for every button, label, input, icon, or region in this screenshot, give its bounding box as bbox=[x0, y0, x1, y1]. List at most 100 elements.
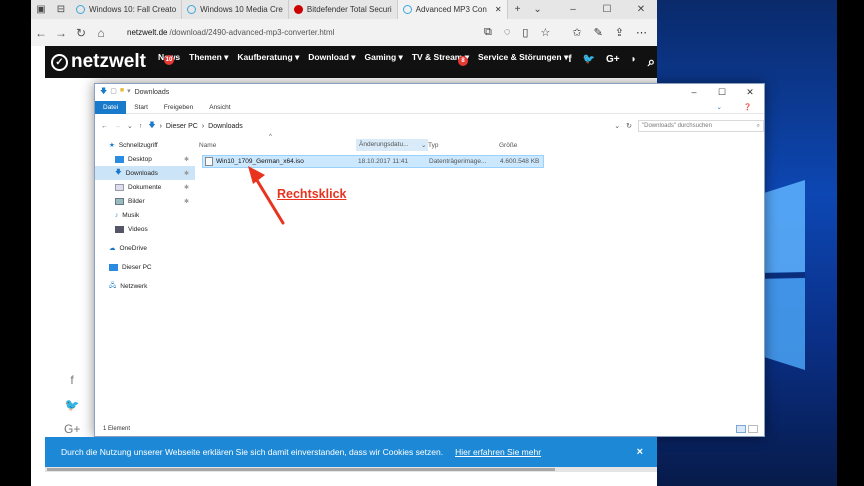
nav-downloads[interactable]: 🡇 Downloads ✱ bbox=[95, 166, 195, 180]
large-icons-view-icon[interactable] bbox=[748, 425, 758, 433]
column-dropdown-icon[interactable]: ⌄ bbox=[421, 141, 426, 149]
notes-pen-icon[interactable]: ✎ bbox=[594, 26, 603, 39]
nav-music[interactable]: ♪ Musik bbox=[95, 208, 195, 222]
refresh-folder-icon[interactable]: ↻ bbox=[626, 122, 632, 130]
rss-icon[interactable]: ◗ bbox=[631, 54, 637, 70]
item-count: 1 Element bbox=[103, 426, 131, 432]
nav-label: Dokumente bbox=[128, 183, 162, 191]
reading-view-icon[interactable]: ▯ bbox=[522, 26, 528, 39]
column-name[interactable]: Name bbox=[199, 142, 216, 149]
details-view-icon[interactable] bbox=[736, 425, 746, 433]
google-plus-icon[interactable]: G+ bbox=[606, 54, 620, 70]
breadcrumb-this-pc[interactable]: Dieser PC bbox=[166, 123, 198, 130]
site-logo[interactable]: ✓ netzwelt bbox=[45, 51, 146, 73]
close-tab-icon[interactable]: ✕ bbox=[495, 5, 502, 14]
column-size[interactable]: Größe bbox=[499, 142, 517, 149]
recent-locations-icon[interactable]: ⌄ bbox=[127, 122, 133, 130]
ribbon-help-area: ⌄ ❓ bbox=[708, 101, 764, 114]
facebook-share-icon[interactable]: f bbox=[64, 373, 80, 387]
tab-view-icon[interactable]: ⧉ bbox=[484, 26, 492, 39]
search-icon[interactable]: ⌕ bbox=[648, 54, 655, 70]
nav-documents[interactable]: Dokumente ✱ bbox=[95, 180, 195, 194]
column-date[interactable]: Änderungsdatu... bbox=[356, 139, 428, 151]
star-icon: ★ bbox=[109, 142, 115, 149]
nav-pictures[interactable]: Bilder ✱ bbox=[95, 194, 195, 208]
tab-bitdefender[interactable]: Bitdefender Total Securi bbox=[289, 0, 398, 19]
folder-search-input[interactable]: "Downloads" durchsuchen ⌕ bbox=[638, 120, 764, 132]
social-links: f 🐦 G+ ◗ ⌕ bbox=[568, 54, 661, 70]
column-headers: Name ^ Änderungsdatu... ⌄ Typ Größe bbox=[199, 134, 759, 152]
menu-gaming[interactable]: Gaming ▾ bbox=[365, 52, 403, 73]
new-folder-icon[interactable]: ■ bbox=[120, 87, 124, 98]
up-icon[interactable]: ↑ bbox=[139, 123, 143, 130]
forward-icon[interactable]: → bbox=[51, 26, 71, 40]
tab-label: Advanced MP3 Con bbox=[415, 5, 487, 14]
nav-network[interactable]: 🖧 Netzwerk bbox=[95, 279, 195, 293]
tab-windows10-fall[interactable]: Windows 10: Fall Creato bbox=[71, 0, 183, 19]
explorer-minimize-icon[interactable]: – bbox=[680, 87, 708, 98]
address-bar: ← → ↻ ⌂ netzwelt.de/download/2490-advanc… bbox=[31, 19, 657, 46]
back-icon[interactable]: ← bbox=[31, 26, 51, 40]
maximize-icon[interactable]: ☐ bbox=[597, 4, 617, 15]
tab-favicon-icon bbox=[187, 5, 197, 14]
menu-themen[interactable]: Themen ▾ bbox=[189, 52, 228, 73]
ribbon-tab-ansicht[interactable]: Ansicht bbox=[201, 101, 238, 114]
explorer-close-icon[interactable]: ✕ bbox=[736, 87, 764, 98]
url-path: /download/2490-advanced-mp3-converter.ht… bbox=[169, 28, 335, 37]
minimize-icon[interactable]: – bbox=[563, 4, 583, 15]
back-nav-icon[interactable]: ← bbox=[101, 123, 108, 130]
help-icon[interactable]: ❓ bbox=[736, 101, 760, 114]
tab-advanced-mp3[interactable]: Advanced MP3 Con ✕ bbox=[397, 0, 508, 19]
cookie-close-icon[interactable]: × bbox=[637, 446, 657, 458]
extension-icon[interactable]: ◌ bbox=[504, 26, 511, 39]
facebook-icon[interactable]: f bbox=[568, 54, 571, 70]
menu-service[interactable]: Service & Störungen ▾ 8 bbox=[457, 52, 568, 73]
nav-videos[interactable]: Videos bbox=[95, 222, 195, 236]
pictures-icon bbox=[115, 197, 124, 205]
more-menu-icon[interactable]: ⋯ bbox=[636, 26, 647, 39]
nav-label: Downloads bbox=[125, 169, 158, 177]
refresh-icon[interactable]: ↻ bbox=[71, 26, 91, 40]
tab-bar: ▣ ⊟ Windows 10: Fall Creato Windows 10 M… bbox=[31, 0, 657, 19]
nav-desktop[interactable]: Desktop ✱ bbox=[95, 152, 195, 166]
set-aside-tabs-icon[interactable]: ⊟ bbox=[51, 4, 71, 15]
tab-media-creation[interactable]: Windows 10 Media Cre bbox=[182, 0, 289, 19]
scrollbar-thumb[interactable] bbox=[47, 468, 555, 471]
nav-onedrive[interactable]: ☁ OneDrive bbox=[95, 241, 195, 255]
customize-qa-icon[interactable]: ▾ bbox=[127, 87, 131, 98]
twitter-icon[interactable]: 🐦 bbox=[583, 54, 595, 70]
nav-label: Schnellzugriff bbox=[118, 141, 158, 149]
path-dropdown-icon[interactable]: ⌄ bbox=[614, 122, 620, 130]
menu-news[interactable]: News10 bbox=[158, 52, 180, 73]
google-share-icon[interactable]: G+ bbox=[64, 422, 80, 436]
column-type[interactable]: Typ bbox=[428, 142, 438, 149]
share-icon[interactable]: ⇪ bbox=[615, 26, 624, 39]
ribbon-tab-freigeben[interactable]: Freigeben bbox=[156, 101, 201, 114]
explorer-maximize-icon[interactable]: ☐ bbox=[708, 87, 736, 98]
url-field[interactable]: netzwelt.de/download/2490-advanced-mp3-c… bbox=[127, 28, 334, 37]
expand-ribbon-icon[interactable]: ⌄ bbox=[708, 101, 729, 114]
breadcrumb-downloads[interactable]: Downloads bbox=[208, 123, 243, 130]
cookie-more-link[interactable]: Hier erfahren Sie mehr bbox=[455, 447, 541, 457]
nav-label: Netzwerk bbox=[120, 282, 148, 290]
close-window-icon[interactable]: ✕ bbox=[631, 4, 651, 15]
nav-this-pc[interactable]: Dieser PC bbox=[95, 260, 195, 274]
ribbon-tab-datei[interactable]: Datei bbox=[95, 100, 127, 114]
cookie-banner: Durch die Nutzung unserer Webseite erklä… bbox=[45, 437, 657, 467]
cookie-text: Durch die Nutzung unserer Webseite erklä… bbox=[61, 447, 444, 457]
ribbon-tab-start[interactable]: Start bbox=[126, 101, 156, 114]
favorites-hub-icon[interactable]: ✩ bbox=[572, 26, 581, 39]
favorite-star-icon[interactable]: ☆ bbox=[540, 26, 550, 39]
breadcrumb[interactable]: 🡇 › Dieser PC › Downloads bbox=[148, 121, 242, 132]
tab-preview-icon[interactable]: ▣ bbox=[31, 4, 51, 15]
nav-quick-access[interactable]: ★ Schnellzugriff bbox=[95, 138, 195, 152]
forward-nav-icon[interactable]: → bbox=[114, 123, 121, 130]
view-toggles bbox=[736, 425, 764, 433]
menu-kaufberatung[interactable]: Kaufberatung ▾ bbox=[237, 52, 299, 73]
new-tab-icon[interactable]: + bbox=[508, 4, 528, 15]
twitter-share-icon[interactable]: 🐦 bbox=[64, 398, 80, 412]
properties-icon[interactable]: ▢ bbox=[110, 87, 117, 98]
menu-download[interactable]: Download ▾ bbox=[308, 52, 355, 73]
home-icon[interactable]: ⌂ bbox=[91, 26, 111, 40]
tab-list-chevron-icon[interactable]: ⌄ bbox=[528, 4, 548, 15]
